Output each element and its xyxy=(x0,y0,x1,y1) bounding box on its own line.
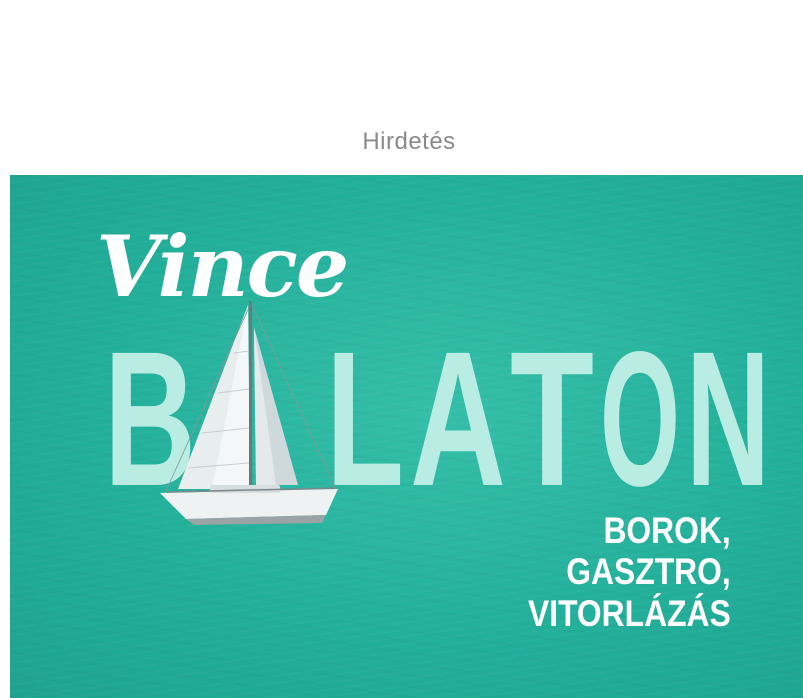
page: Hirdetés Vince B L A T O N BOROK, GASZTR… xyxy=(0,0,803,698)
headline-letter-a: A xyxy=(410,335,506,495)
headline: B L A T O N xyxy=(10,335,803,495)
ad-label: Hirdetés xyxy=(362,128,456,155)
headline-letter-o: O xyxy=(600,335,680,495)
advertisement-banner[interactable]: Vince B L A T O N BOROK, GASZTRO, VITORL… xyxy=(10,175,803,698)
headline-letter-t: T xyxy=(510,335,594,495)
tagline-line: BOROK, xyxy=(603,510,731,551)
tagline-line: VITORLÁZÁS xyxy=(528,592,731,634)
tagline-line: GASZTRO, xyxy=(566,551,731,593)
headline-letter-n: N xyxy=(686,335,770,495)
sailboat-icon xyxy=(160,301,338,525)
tagline: BOROK, GASZTRO, VITORLÁZÁS xyxy=(528,510,731,634)
